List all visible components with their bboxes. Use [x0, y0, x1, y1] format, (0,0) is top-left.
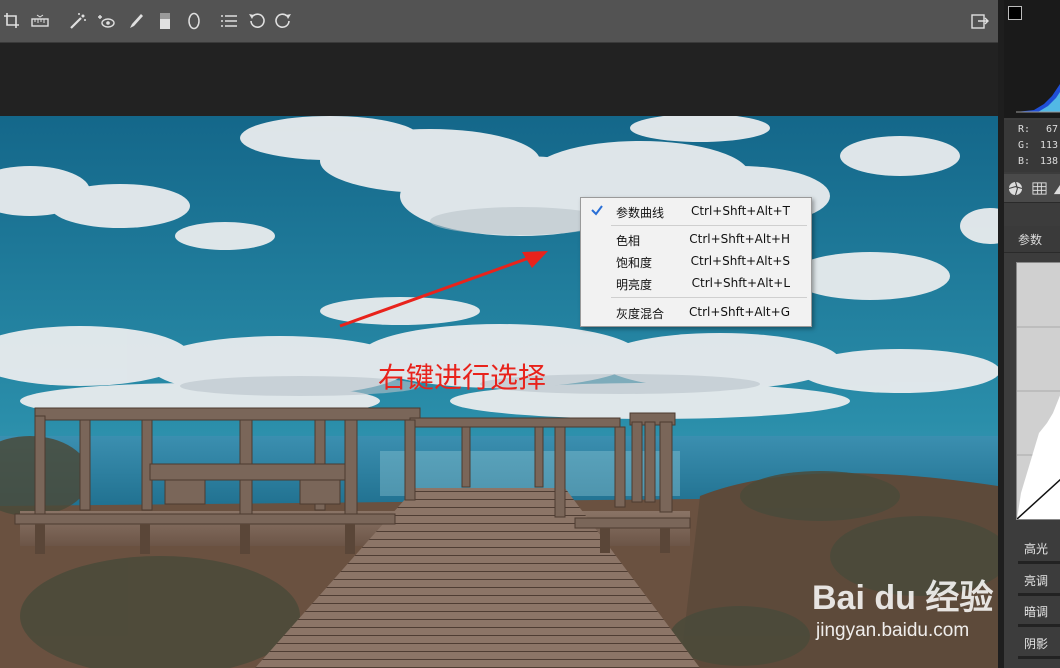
- slider-shadows[interactable]: [1018, 656, 1060, 659]
- baidu-watermark-logo: Bai du 经验: [812, 579, 994, 617]
- channel-label: G:: [1018, 140, 1031, 151]
- tone-curve-icon[interactable]: [1050, 179, 1060, 197]
- red-eye-icon[interactable]: [96, 11, 116, 31]
- menu-separator: [611, 297, 807, 298]
- slider-label-shadows: 阴影: [1024, 637, 1049, 651]
- crop-icon[interactable]: [2, 11, 22, 31]
- radial-filter-icon[interactable]: [184, 11, 204, 31]
- graduated-filter-icon[interactable]: [155, 11, 175, 31]
- slider-highlights[interactable]: [1018, 561, 1060, 564]
- menu-item-luminance[interactable]: 明亮度 Ctrl+Shft+Alt+L: [582, 272, 810, 294]
- tone-curve-graph[interactable]: [1016, 262, 1060, 520]
- brush-icon[interactable]: [126, 11, 146, 31]
- checkmark-icon: [591, 205, 603, 216]
- menu-item-shortcut: Ctrl+Shft+Alt+L: [691, 276, 790, 290]
- straighten-icon[interactable]: [30, 11, 50, 31]
- rgb-readout: R: 67 G: 113 B: 138: [1004, 120, 1060, 172]
- slider-lights[interactable]: [1018, 593, 1060, 596]
- menu-item-hue[interactable]: 色相 Ctrl+Shft+Alt+H: [582, 228, 810, 250]
- tab-parametric[interactable]: 参数: [1004, 226, 1060, 253]
- rotate-left-icon[interactable]: [247, 11, 267, 31]
- tab-label: 参数: [1018, 233, 1043, 247]
- menu-item-label: 明亮度: [616, 278, 653, 292]
- slider-label-lights: 亮调: [1024, 574, 1049, 588]
- channel-value: 113: [1039, 140, 1058, 151]
- slider-label-highlights: 高光: [1024, 542, 1049, 556]
- menu-item-label: 参数曲线: [616, 206, 665, 220]
- menu-item-shortcut: Ctrl+Shft+Alt+S: [690, 254, 790, 268]
- menu-item-label: 灰度混合: [616, 307, 665, 321]
- slider-label-darks: 暗调: [1024, 605, 1049, 619]
- aperture-icon[interactable]: [1006, 179, 1024, 197]
- channel-value: 67: [1045, 124, 1058, 135]
- panel-tabs: [1004, 174, 1060, 203]
- channel-value: 138: [1039, 156, 1058, 167]
- tone-curve-plot: [1017, 326, 1060, 519]
- menu-separator: [611, 225, 807, 226]
- menu-item-shortcut: Ctrl+Shft+Alt+T: [690, 204, 790, 218]
- export-icon[interactable]: [970, 11, 990, 31]
- menu-item-grayscale-mix[interactable]: 灰度混合 Ctrl+Shft+Alt+G: [582, 301, 810, 323]
- histogram-graph: [1016, 84, 1060, 113]
- menu-item-label: 色相: [616, 234, 641, 248]
- channel-label: B:: [1018, 156, 1031, 167]
- top-toolbar: [0, 0, 998, 43]
- menu-item-saturation[interactable]: 饱和度 Ctrl+Shft+Alt+S: [582, 250, 810, 272]
- filmstrip-area: [0, 43, 998, 116]
- right-panel: R: 67 G: 113 B: 138 参数 高光 亮调 暗调 阴影: [1004, 0, 1060, 668]
- list-icon[interactable]: [219, 11, 239, 31]
- histogram: [1004, 0, 1060, 118]
- rotate-right-icon[interactable]: [273, 11, 293, 31]
- channel-label: R:: [1018, 124, 1031, 135]
- context-menu: 参数曲线 Ctrl+Shft+Alt+T 色相 Ctrl+Shft+Alt+H …: [580, 197, 812, 327]
- menu-item-shortcut: Ctrl+Shft+Alt+H: [689, 232, 790, 246]
- menu-item-label: 饱和度: [616, 256, 653, 270]
- spot-removal-icon[interactable]: [68, 11, 88, 31]
- grid-icon[interactable]: [1030, 179, 1048, 197]
- baidu-watermark-url: jingyan.baidu.com: [816, 620, 970, 641]
- menu-item-parametric-curve[interactable]: 参数曲线 Ctrl+Shft+Alt+T: [582, 200, 810, 222]
- menu-item-shortcut: Ctrl+Shft+Alt+G: [688, 305, 790, 319]
- slider-darks[interactable]: [1018, 624, 1060, 627]
- annotation-text: 右键进行选择: [378, 361, 547, 394]
